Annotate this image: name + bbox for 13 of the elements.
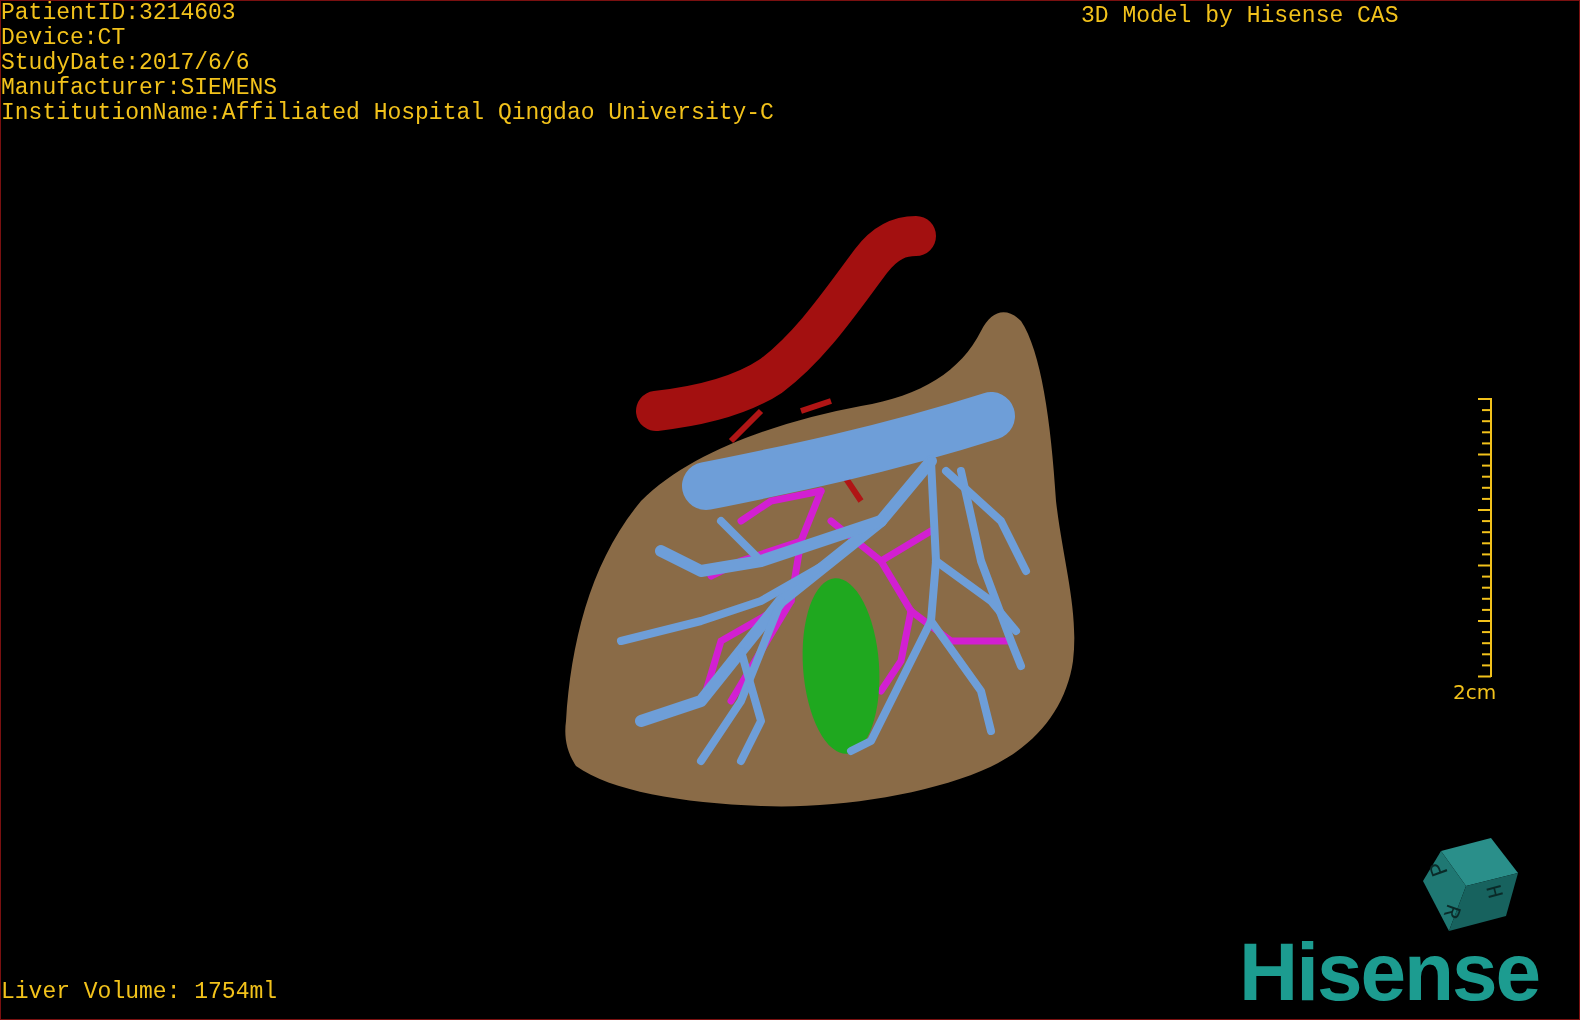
cube-face-label: R <box>1436 900 1465 922</box>
patient-info-text: Device:CT <box>1 26 127 51</box>
orientation-cube[interactable]: P H R <box>1423 838 1518 931</box>
patient-info-text: InstitutionName:Affiliated Hospital Qingdao University-C <box>1 101 774 126</box>
cube-face-label: H <box>1479 882 1507 902</box>
viewer-title: 3D Model by Hisense CAS <box>1081 2 1399 31</box>
patient-info-text: Manufacturer:SIEMENS <box>1 76 279 101</box>
brand-logo: Hisense <box>1239 931 1540 1013</box>
scale-bar-label: 2cm <box>1453 680 1497 704</box>
patient-info-text: StudyDate:2017/6/6 <box>1 51 251 76</box>
patient-info-text: PatientID:3214603 <box>1 1 237 26</box>
liver-volume-text: Liver Volume: 1754ml <box>1 979 278 1005</box>
cube-face-label: P <box>1424 857 1455 880</box>
